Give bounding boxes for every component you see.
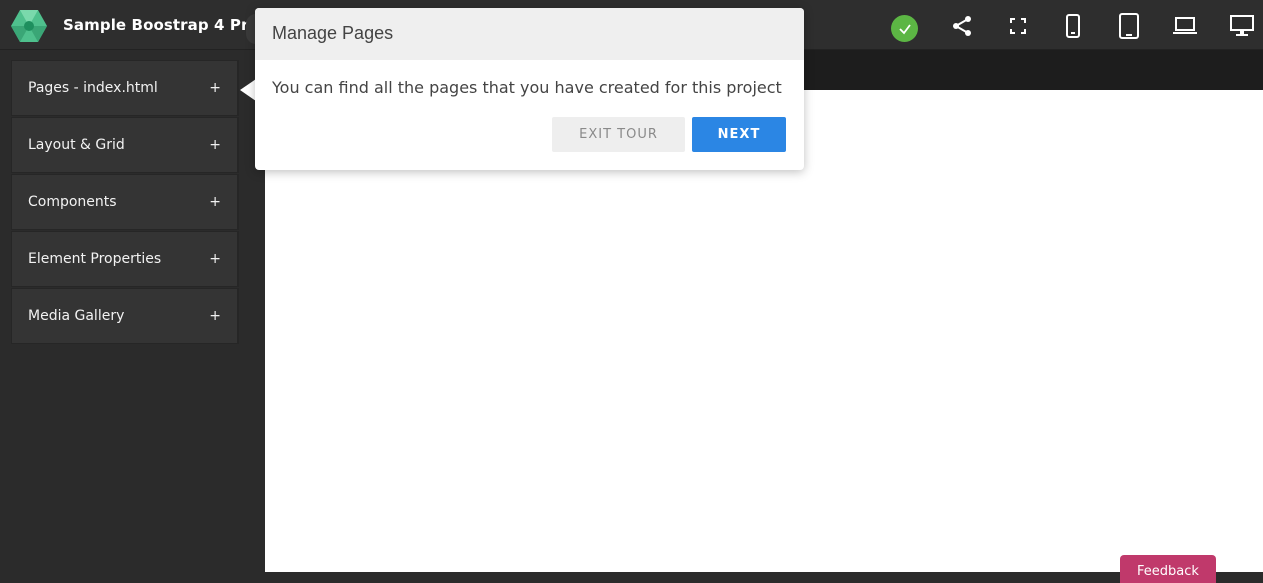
sidebar: Pages - index.html + Layout & Grid + Com… bbox=[0, 50, 265, 572]
popover-arrow bbox=[240, 79, 256, 101]
sidebar-item-media-gallery[interactable]: Media Gallery + bbox=[11, 288, 239, 344]
plus-icon[interactable]: + bbox=[209, 308, 221, 324]
laptop-icon[interactable] bbox=[1172, 13, 1198, 39]
plus-icon[interactable]: + bbox=[209, 80, 221, 96]
phone-icon[interactable] bbox=[1060, 13, 1086, 39]
check-circle-icon[interactable] bbox=[891, 15, 918, 42]
sidebar-item-label: Element Properties bbox=[28, 251, 162, 267]
sidebar-item-components[interactable]: Components + bbox=[11, 174, 239, 230]
popover-title: Manage Pages bbox=[255, 8, 804, 60]
exit-tour-button[interactable]: EXIT TOUR bbox=[552, 117, 685, 152]
logo-icon[interactable] bbox=[11, 10, 47, 42]
plus-icon[interactable]: + bbox=[209, 251, 221, 267]
sidebar-item-label: Components bbox=[28, 194, 117, 210]
plus-icon[interactable]: + bbox=[209, 137, 221, 153]
sidebar-item-pages[interactable]: Pages - index.html + bbox=[11, 60, 239, 116]
desktop-icon[interactable] bbox=[1229, 13, 1255, 39]
share-icon[interactable] bbox=[949, 13, 975, 39]
sidebar-item-label: Layout & Grid bbox=[28, 137, 125, 153]
tour-popover: Manage Pages You can find all the pages … bbox=[255, 8, 804, 170]
tablet-icon[interactable] bbox=[1116, 13, 1142, 39]
sidebar-item-label: Pages - index.html bbox=[28, 80, 158, 96]
sidebar-item-label: Media Gallery bbox=[28, 308, 125, 324]
plus-icon[interactable]: + bbox=[209, 194, 221, 210]
feedback-button[interactable]: Feedback bbox=[1120, 555, 1216, 583]
next-button[interactable]: NEXT bbox=[692, 117, 786, 152]
sidebar-item-layout-grid[interactable]: Layout & Grid + bbox=[11, 117, 239, 173]
sidebar-item-element-properties[interactable]: Element Properties + bbox=[11, 231, 239, 287]
popover-message: You can find all the pages that you have… bbox=[272, 78, 782, 97]
project-title[interactable]: Sample Boostrap 4 Pr... bbox=[63, 16, 264, 34]
fullscreen-icon[interactable] bbox=[1005, 13, 1031, 39]
